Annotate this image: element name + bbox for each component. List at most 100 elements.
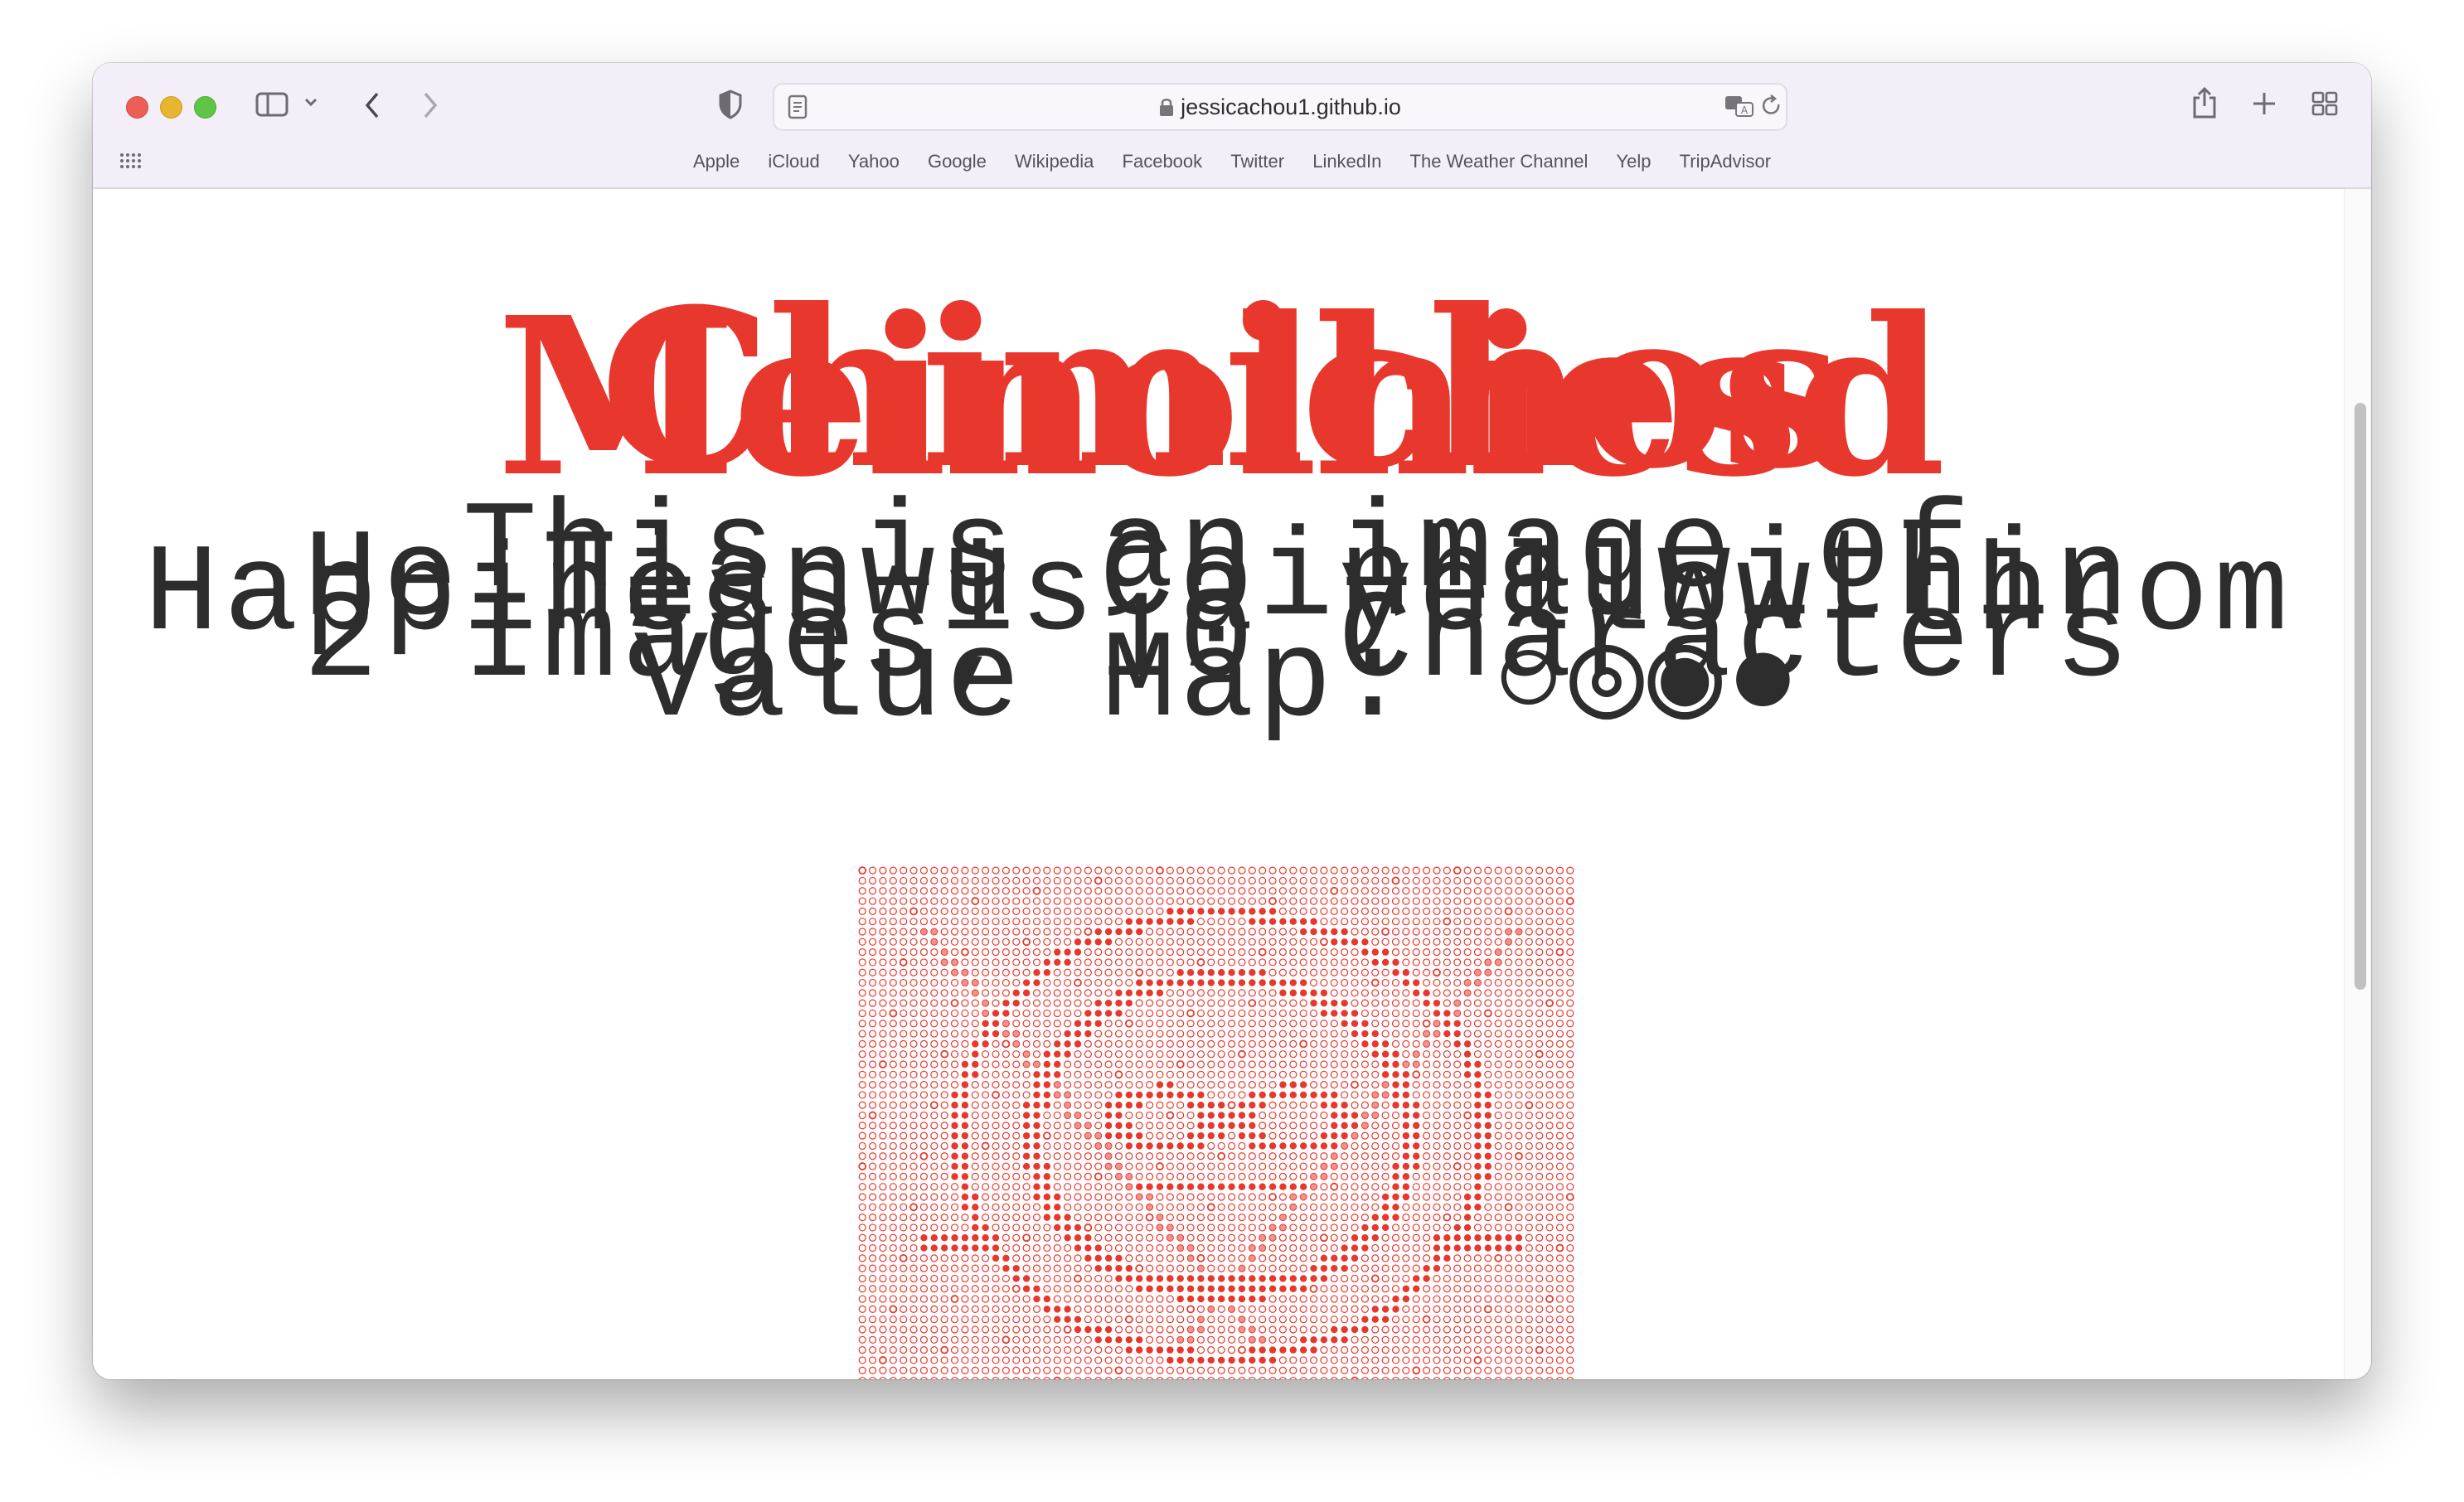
art-dot [1555, 1233, 1564, 1242]
art-dot [1053, 999, 1061, 1007]
art-dot [930, 1335, 939, 1344]
art-dot [1104, 1152, 1113, 1160]
art-dot [900, 1183, 908, 1191]
art-dot [858, 1285, 866, 1293]
art-dot [1063, 1325, 1072, 1334]
minimize-window-button[interactable] [160, 96, 182, 119]
art-dot [1443, 1356, 1451, 1364]
art-dot [1320, 897, 1328, 905]
art-dot [1473, 1050, 1482, 1059]
art-dot [1494, 1101, 1502, 1109]
art-dot [1494, 1172, 1502, 1180]
favorite-icloud[interactable]: iCloud [768, 151, 819, 172]
art-dot [1473, 1274, 1482, 1283]
art-dot [1249, 1122, 1256, 1130]
art-dot [1053, 1254, 1061, 1262]
favorite-wikipedia[interactable]: Wikipedia [1015, 151, 1094, 172]
forward-icon[interactable] [421, 91, 439, 122]
art-dot [1443, 1020, 1451, 1027]
share-icon[interactable] [2190, 86, 2219, 122]
art-dot [1094, 1183, 1103, 1191]
scrollbar-thumb[interactable] [2355, 403, 2366, 990]
art-dot [1309, 866, 1318, 875]
art-dot [1207, 866, 1215, 875]
art-dot [1392, 958, 1399, 967]
sidebar-toggle-icon[interactable] [255, 91, 289, 120]
back-icon[interactable] [363, 91, 381, 122]
art-dot [1402, 1102, 1410, 1109]
art-dot [1361, 1315, 1369, 1323]
favorite-yelp[interactable]: Yelp [1616, 151, 1651, 172]
chevron-down-icon[interactable] [303, 96, 318, 110]
art-dot [1248, 1203, 1256, 1211]
art-dot [1248, 1193, 1256, 1201]
art-dot [1094, 1172, 1103, 1181]
tab-overview-icon[interactable] [2311, 91, 2338, 119]
art-dot [1094, 948, 1103, 957]
art-dot [992, 1131, 1000, 1140]
art-dot [1525, 1009, 1533, 1018]
art-dot [919, 1070, 929, 1078]
zoom-window-button[interactable] [194, 96, 216, 119]
art-dot [1032, 1335, 1041, 1344]
translate-icon[interactable]: A [1724, 94, 1754, 120]
art-dot [1330, 1346, 1338, 1354]
art-dot [1515, 1131, 1523, 1140]
favorite-linkedin[interactable]: LinkedIn [1312, 151, 1381, 172]
reload-icon[interactable] [1761, 94, 1783, 120]
art-dot [1104, 978, 1113, 987]
favorite-yahoo[interactable]: Yahoo [848, 151, 900, 172]
art-dot [1166, 1020, 1174, 1028]
art-dot [858, 1193, 866, 1201]
art-dot [1145, 1335, 1154, 1344]
art-dot [1115, 1122, 1123, 1130]
favorite-tripadvisor[interactable]: TripAdvisor [1680, 151, 1771, 172]
art-dot [1135, 866, 1143, 875]
address-bar[interactable]: jessicachou1.github.io A [773, 83, 1787, 131]
favorite-apple[interactable]: Apple [693, 151, 740, 172]
art-dot [1423, 958, 1431, 967]
favorite-facebook[interactable]: Facebook [1123, 151, 1203, 172]
art-dot [1032, 1315, 1041, 1324]
art-dot [1545, 1193, 1554, 1201]
art-dot [1043, 1152, 1051, 1160]
art-dot [1494, 1152, 1502, 1160]
art-dot [1043, 1274, 1051, 1283]
favorite-google[interactable]: Google [928, 151, 987, 172]
scrollbar[interactable] [2344, 189, 2371, 1379]
art-dot [1094, 1376, 1103, 1379]
art-dot [1227, 1070, 1236, 1078]
new-tab-icon[interactable] [2252, 91, 2277, 119]
favorite-weather-channel[interactable]: The Weather Channel [1410, 151, 1589, 172]
art-dot [909, 1070, 918, 1078]
art-dot [1012, 1243, 1021, 1252]
art-dot [858, 1233, 866, 1242]
privacy-shield-icon[interactable] [718, 90, 743, 122]
art-dot [1535, 1233, 1544, 1242]
art-dot [1494, 1183, 1502, 1191]
art-dot [1022, 1315, 1031, 1324]
close-window-button[interactable] [126, 96, 148, 119]
art-dot [1330, 1376, 1338, 1379]
art-dot [1555, 1366, 1564, 1374]
art-dot [1545, 1141, 1554, 1151]
art-dot [1289, 918, 1297, 925]
art-dot [1114, 1081, 1123, 1089]
art-dot [1094, 1060, 1103, 1068]
art-dot [1555, 1091, 1564, 1099]
art-dot [1330, 1214, 1338, 1222]
art-dot [1064, 1234, 1071, 1242]
art-dot [1299, 1243, 1307, 1252]
art-dot [1268, 918, 1277, 925]
favorite-twitter[interactable]: Twitter [1230, 151, 1284, 172]
art-dot [940, 978, 948, 987]
art-dot [1064, 876, 1072, 885]
art-dot [900, 1081, 908, 1089]
art-dot [1310, 1275, 1317, 1282]
art-dot [1463, 1234, 1472, 1242]
art-dot [1176, 1335, 1185, 1344]
art-dot [889, 1101, 897, 1109]
art-dot [1504, 958, 1513, 967]
art-dot [1371, 897, 1380, 905]
art-dot [1145, 887, 1154, 895]
